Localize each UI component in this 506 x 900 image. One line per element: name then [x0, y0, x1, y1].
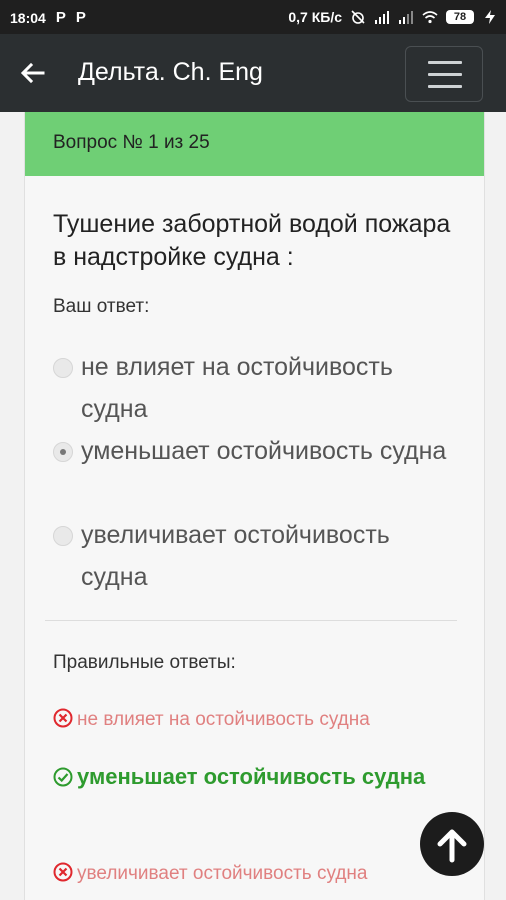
question-text: Тушение забортной водой пожара в надстро…	[53, 210, 451, 271]
status-bar: 18:04 P P 0,7 КБ/с 78	[0, 0, 506, 34]
your-answer-label: Ваш ответ:	[53, 296, 150, 317]
radio-button[interactable]	[53, 526, 73, 546]
result-text: не влияет на остойчивость судна	[77, 709, 370, 730]
signal-icon	[374, 10, 390, 24]
app-title: Дельта. Ch. Eng	[78, 58, 263, 86]
network-speed: 0,7 КБ/с	[288, 9, 342, 25]
check-circle-icon	[53, 767, 73, 787]
scroll-to-top-button[interactable]	[420, 812, 484, 876]
charging-icon	[482, 10, 498, 24]
result-item-wrong: не влияет на остойчивость судна	[53, 708, 463, 731]
answer-option-label: увеличивает остойчивость судна	[81, 521, 390, 591]
question-counter: Вопрос № 1 из 25	[53, 132, 210, 153]
menu-bar-middle	[428, 73, 462, 76]
cross-circle-icon	[53, 862, 73, 882]
menu-bar-bottom	[428, 85, 462, 88]
arrow-up-icon	[437, 829, 467, 863]
divider	[45, 620, 457, 621]
notification-icon-p: P	[55, 9, 66, 26]
radio-button[interactable]	[53, 358, 73, 378]
answer-option-label: уменьшает остойчивость судна	[81, 437, 447, 465]
result-text: уменьшает остойчивость судна	[77, 764, 426, 789]
app-bar: Дельта. Ch. Eng	[0, 34, 506, 112]
back-arrow-icon[interactable]	[18, 59, 46, 87]
result-text: увеличивает остойчивость судна	[77, 863, 368, 884]
status-time: 18:04	[10, 9, 46, 26]
cross-circle-icon	[53, 708, 73, 728]
notification-icon-p-2: P	[75, 9, 86, 26]
menu-bar-top	[428, 61, 462, 64]
radio-button-selected[interactable]	[53, 442, 73, 462]
alarm-off-icon	[350, 10, 366, 24]
question-header: Вопрос № 1 из 25	[25, 112, 484, 176]
correct-answers-label: Правильные ответы:	[53, 652, 236, 673]
question-card: Вопрос № 1 из 25 Тушение забортной водой…	[24, 112, 485, 900]
hamburger-menu-button[interactable]	[405, 46, 483, 102]
signal-icon-2	[398, 10, 414, 24]
battery-indicator: 78	[446, 10, 474, 24]
result-item-wrong: увеличивает остойчивость судна	[53, 862, 463, 885]
result-item-correct: уменьшает остойчивость судна	[53, 758, 463, 796]
wifi-icon	[422, 10, 438, 24]
answer-option-label: не влияет на остойчивость судна	[81, 353, 393, 423]
